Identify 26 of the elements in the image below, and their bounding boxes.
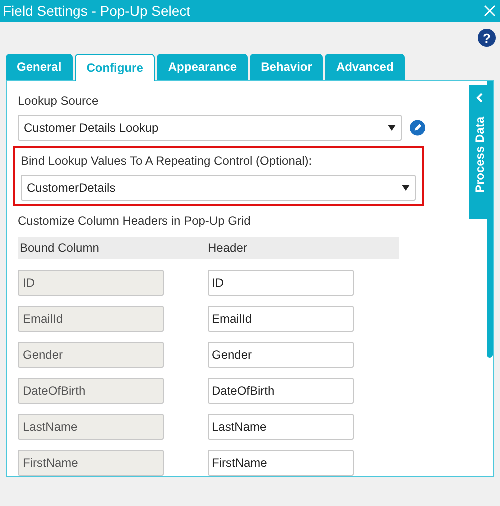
lookup-source-select[interactable]: Customer Details Lookup — [18, 115, 402, 141]
dropdown-caret-icon — [402, 185, 410, 191]
help-icon[interactable]: ? — [478, 29, 496, 47]
bound-column-field: EmailId — [18, 306, 164, 332]
column-header: Header — [208, 240, 248, 257]
field-label: Bind Lookup Values To A Repeating Control (Optional): — [21, 153, 314, 170]
header-input[interactable]: LastName — [208, 414, 354, 440]
bound-column-field: FirstName — [18, 450, 164, 476]
header-input[interactable]: Gender — [208, 342, 354, 368]
column-header: Bound Column — [19, 240, 100, 257]
edit-icon[interactable] — [410, 120, 425, 136]
header-input[interactable]: DateOfBirth — [208, 378, 354, 404]
field-label: Lookup Source — [17, 93, 100, 110]
bound-column-field: DateOfBirth — [18, 378, 164, 404]
window-title: Field Settings - Pop-Up Select — [3, 2, 191, 21]
header-input[interactable]: FirstName — [208, 450, 354, 476]
chevron-left-icon — [476, 93, 484, 103]
bound-column-field: ID — [18, 270, 164, 296]
repeating-control-select[interactable]: CustomerDetails — [21, 175, 416, 201]
section-label: Customize Column Headers in Pop-Up Grid — [17, 213, 252, 230]
bound-column-field: LastName — [18, 414, 164, 440]
header-input[interactable]: ID — [208, 270, 354, 296]
close-icon[interactable] — [484, 5, 496, 17]
dropdown-caret-icon — [388, 125, 396, 131]
header-input[interactable]: EmailId — [208, 306, 354, 332]
bound-column-field: Gender — [18, 342, 164, 368]
